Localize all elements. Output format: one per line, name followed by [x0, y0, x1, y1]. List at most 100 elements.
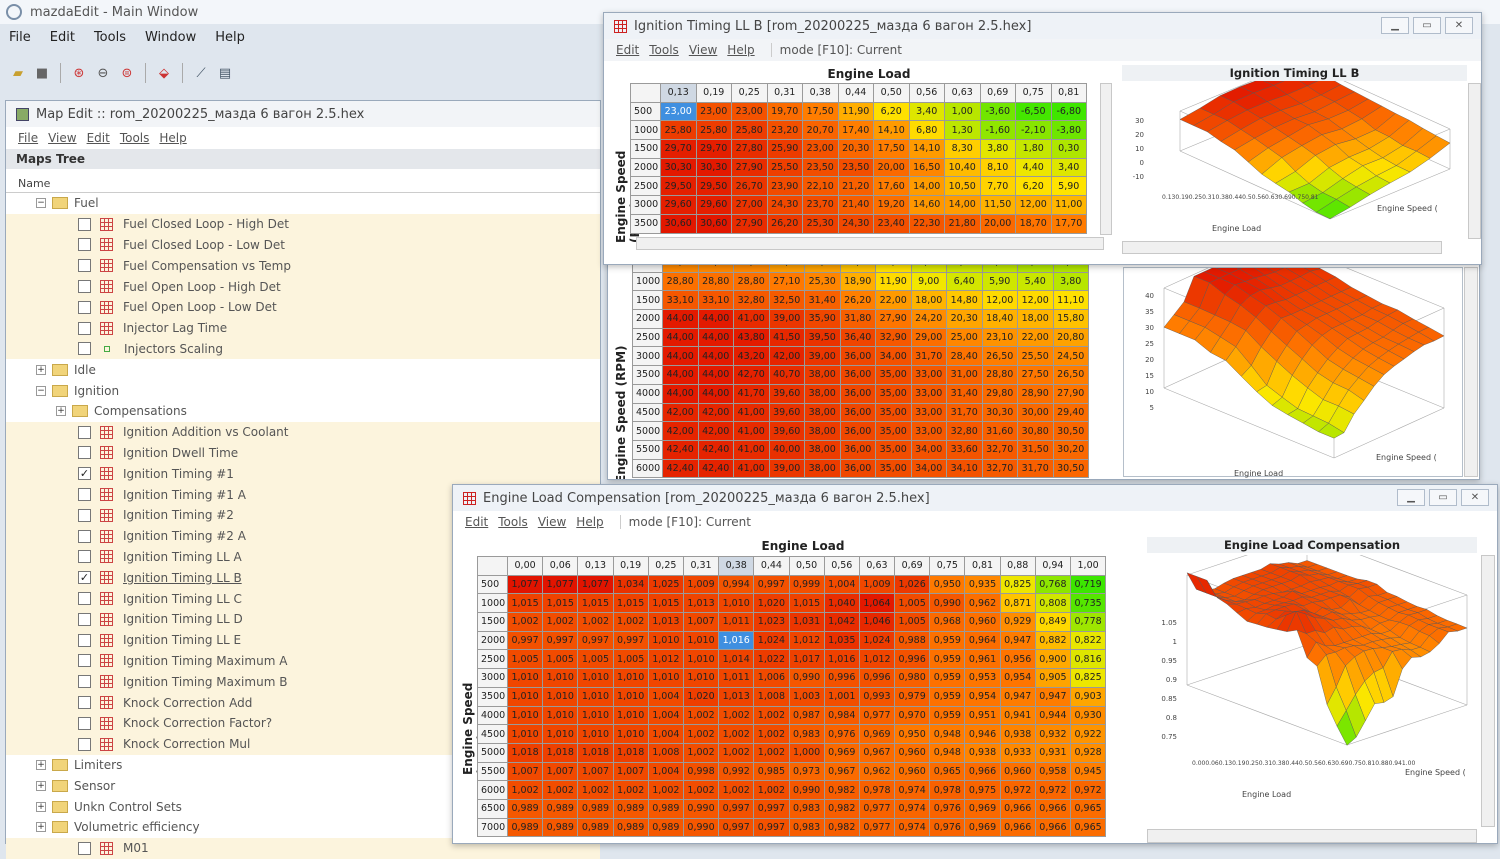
map-cell[interactable]: 0,976 [823, 724, 860, 744]
map-cell[interactable]: -6,50 [1015, 101, 1052, 122]
column-header[interactable]: 0,69 [979, 83, 1016, 103]
column-header[interactable]: 0,63 [858, 556, 896, 576]
map-checkbox[interactable] [78, 342, 91, 356]
map-cell[interactable]: 1,004 [647, 724, 684, 744]
map-cell[interactable]: 33,00 [910, 421, 947, 441]
map-cell[interactable]: 0,992 [718, 761, 755, 782]
map-cell[interactable]: 12,00 [1017, 290, 1054, 311]
map-cell[interactable]: 29,00 [910, 327, 947, 348]
expand-toggle-icon[interactable]: − [36, 385, 46, 396]
menu-help[interactable]: Help [159, 131, 186, 145]
map-cell[interactable]: 42,40 [697, 458, 734, 479]
map-cell[interactable]: 3,40 [1050, 157, 1087, 178]
map-cell[interactable]: 31,00 [946, 365, 983, 385]
map-cell[interactable]: 0,959 [929, 705, 966, 726]
map-cell[interactable]: 0,996 [858, 668, 896, 688]
map-cell[interactable]: 0,935 [964, 574, 1001, 595]
map-cell[interactable]: 25,80 [695, 120, 732, 141]
plot-scrollbar[interactable] [1464, 267, 1478, 477]
map-cell[interactable]: 0,882 [1034, 630, 1072, 651]
map-cell[interactable]: 1,002 [682, 780, 720, 800]
map-cell[interactable]: 31,40 [946, 383, 983, 404]
map-cell[interactable]: 0,719 [1069, 574, 1107, 595]
map-cell[interactable]: 28,80 [662, 271, 699, 292]
map-cell[interactable]: 1,077 [577, 574, 614, 595]
map-cell[interactable]: 1,010 [612, 686, 649, 707]
map-cell[interactable]: -2,10 [1015, 120, 1052, 141]
map-cell[interactable]: 0,980 [894, 668, 931, 688]
map-cell[interactable]: 0,965 [1069, 817, 1107, 838]
map-cell[interactable]: 0,989 [542, 817, 579, 838]
map-cell[interactable]: 33,60 [946, 439, 983, 460]
map-cell[interactable]: 31,80 [839, 309, 876, 329]
map-cell[interactable]: 0,999 [788, 574, 825, 595]
map-cell[interactable]: 0,975 [964, 780, 1001, 800]
disconnect-icon[interactable]: ⊜ [117, 63, 137, 83]
map-cell[interactable]: 1,023 [753, 612, 790, 632]
map-cell[interactable]: 0,808 [1034, 593, 1072, 614]
map-cell[interactable]: 1,007 [612, 761, 649, 782]
map-cell[interactable]: 44,00 [697, 327, 734, 348]
column-header[interactable]: 0,44 [837, 83, 874, 103]
map-cell[interactable]: 1,002 [718, 724, 755, 744]
map-cell[interactable]: 0,989 [647, 798, 684, 819]
row-header[interactable]: 7000 [477, 817, 508, 838]
column-header[interactable]: 0,56 [908, 83, 945, 103]
map-cell[interactable]: 1,007 [577, 761, 614, 782]
map-cell[interactable]: 1,004 [823, 574, 860, 595]
map-cell[interactable]: 9,00 [910, 271, 947, 292]
map-checkbox[interactable]: ✓ [78, 571, 91, 585]
map-cell[interactable]: 0,822 [1069, 630, 1107, 651]
map-cell[interactable]: 1,018 [577, 742, 614, 763]
map-cell[interactable]: 39,60 [768, 383, 805, 404]
map-cell[interactable]: 41,50 [768, 327, 805, 348]
map-cell[interactable]: 0,900 [1034, 649, 1072, 670]
map-cell[interactable]: 30,80 [1017, 421, 1054, 441]
map-cell[interactable]: 0,989 [612, 798, 649, 819]
map-cell[interactable]: 0,929 [999, 612, 1036, 632]
map-cell[interactable]: 1,015 [647, 593, 684, 614]
map-cell[interactable]: 17,70 [1050, 213, 1087, 234]
map-cell[interactable]: 36,00 [839, 346, 876, 367]
menu-help[interactable]: Help [576, 515, 603, 529]
map-cell[interactable]: 38,00 [804, 383, 841, 404]
map-cell[interactable]: 20,30 [946, 309, 983, 329]
map-cell[interactable]: 1,010 [542, 724, 579, 744]
map-cell[interactable]: 0,989 [577, 798, 614, 819]
map-cell[interactable]: 1,002 [506, 612, 544, 632]
map-cell[interactable]: 0,989 [506, 817, 544, 838]
tree-item[interactable]: Fuel Open Loop - Low Det [6, 296, 600, 318]
map-cell[interactable]: 7,70 [979, 176, 1016, 197]
map-cell[interactable]: 36,00 [839, 365, 876, 385]
map-cell[interactable]: 33,10 [662, 290, 699, 311]
maximize-button[interactable]: ▭ [1429, 489, 1457, 506]
map-cell[interactable]: 1,042 [823, 612, 860, 632]
map-cell[interactable]: 23,00 [802, 139, 839, 159]
map-cell[interactable]: 19,70 [766, 101, 803, 122]
map-cell[interactable]: 36,00 [839, 439, 876, 460]
map-cell[interactable]: 1,015 [788, 593, 825, 614]
map-cell[interactable]: 1,002 [753, 705, 790, 726]
map-cell[interactable]: 1,007 [682, 612, 720, 632]
map-checkbox[interactable]: ✓ [78, 467, 91, 481]
map-cell[interactable]: 1,010 [542, 705, 579, 726]
map-cell[interactable]: 44,00 [662, 383, 699, 404]
map-cell[interactable]: 41,00 [733, 421, 770, 441]
map-cell[interactable]: 0,961 [964, 649, 1001, 670]
map-cell[interactable]: 30,30 [660, 157, 697, 178]
map-cell[interactable]: 0,930 [1069, 705, 1107, 726]
map-cell[interactable]: 0,983 [788, 798, 825, 819]
map-cell[interactable]: 33,00 [910, 402, 947, 423]
map-cell[interactable]: 39,00 [804, 346, 841, 367]
map-checkbox[interactable] [78, 488, 91, 502]
map-cell[interactable]: 12,00 [1015, 195, 1052, 215]
row-header[interactable]: 1500 [477, 612, 508, 632]
map-cell[interactable]: 0,990 [929, 593, 966, 614]
map-cell[interactable]: 27,00 [731, 195, 768, 215]
map-cell[interactable]: 27,80 [731, 139, 768, 159]
map-cell[interactable]: 23,10 [981, 327, 1018, 348]
map-cell[interactable]: 11,00 [1050, 195, 1087, 215]
map-cell[interactable]: 0,966 [1034, 817, 1072, 838]
map-cell[interactable]: 23,00 [695, 101, 732, 122]
map-cell[interactable]: 1,011 [718, 668, 755, 688]
